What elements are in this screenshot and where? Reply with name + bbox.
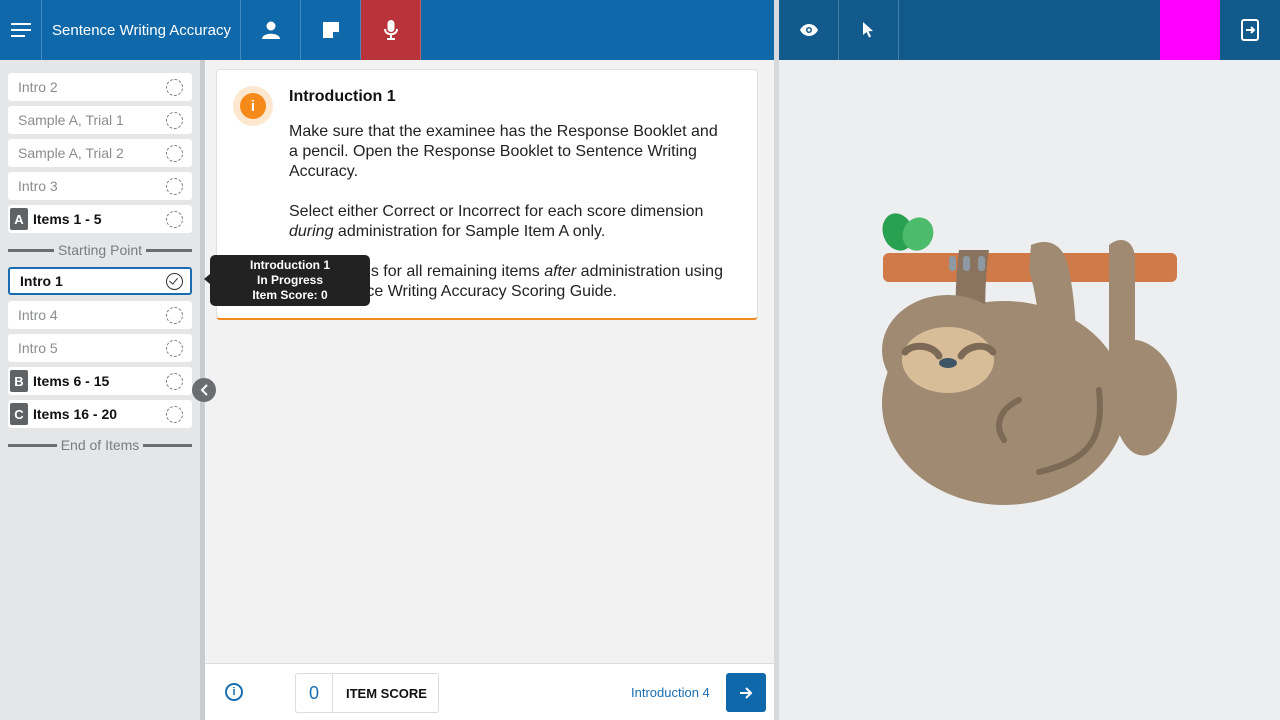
- next-button[interactable]: [726, 673, 766, 712]
- examinee-view-panel: [779, 60, 1280, 720]
- switch-screen-button[interactable]: [1220, 0, 1280, 60]
- menu-button[interactable]: [0, 0, 42, 60]
- tooltip-score: Item Score: 0: [252, 288, 328, 302]
- next-item-label: Introduction 4: [631, 685, 710, 700]
- magenta-indicator: [1160, 0, 1220, 60]
- app-root: Sentence Writing Accuracy Intro 2 Sample…: [0, 0, 1280, 720]
- sidebar-item-intro-3[interactable]: Intro 3: [8, 172, 192, 200]
- separator-line: [146, 248, 192, 252]
- sidebar-item-intro-4[interactable]: Intro 4: [8, 301, 192, 329]
- sidebar-item-items-6-15[interactable]: B Items 6 - 15: [8, 367, 192, 395]
- item-status-tooltip: Introduction 1 In Progress Item Score: 0: [204, 255, 370, 306]
- separator-line: [8, 443, 57, 447]
- not-started-icon: [166, 373, 183, 390]
- not-started-icon: [166, 178, 183, 195]
- chevron-left-icon: [200, 384, 208, 396]
- not-started-icon: [166, 406, 183, 423]
- sidebar-item-label: Items 1 - 5: [33, 211, 102, 227]
- item-score-label: ITEM SCORE: [346, 685, 427, 701]
- sidebar-item-items-16-20[interactable]: C Items 16 - 20: [8, 400, 192, 428]
- sidebar-item-label: Sample A, Trial 1: [18, 112, 124, 128]
- info-icon: i: [233, 86, 273, 126]
- separator-label: End of Items: [60, 437, 140, 453]
- app-title: Sentence Writing Accuracy: [42, 0, 241, 60]
- record-button[interactable]: [361, 0, 421, 60]
- sidebar-item-label: Items 16 - 20: [33, 406, 118, 422]
- not-started-icon: [166, 145, 183, 162]
- sidebar-item-items-1-5[interactable]: A Items 1 - 5: [8, 205, 192, 233]
- examinee-toolbar: [779, 0, 1280, 60]
- not-started-icon: [166, 211, 183, 228]
- sidebar-item-label: Intro 4: [18, 307, 58, 323]
- separator-line: [143, 443, 192, 447]
- collapse-sidebar-button[interactable]: [192, 378, 216, 402]
- sidebar-item-label: Sample A, Trial 2: [18, 145, 124, 161]
- arrow-right-icon: [740, 686, 753, 699]
- item-score-box: 0 ITEM SCORE: [295, 673, 439, 713]
- tooltip-title: Introduction 1: [250, 258, 330, 272]
- set-letter-badge: B: [10, 370, 28, 392]
- microphone-icon: [383, 20, 398, 40]
- item-score-value: 0: [296, 674, 333, 712]
- info-button[interactable]: i: [225, 683, 243, 701]
- hamburger-icon: [10, 23, 31, 37]
- examinee-button[interactable]: [241, 0, 301, 60]
- sidebar-item-sample-a-trial-1[interactable]: Sample A, Trial 1: [8, 106, 192, 134]
- eye-icon: [799, 24, 818, 36]
- sidebar-item-intro-2[interactable]: Intro 2: [8, 73, 192, 101]
- sloth-illustration: [882, 213, 1177, 505]
- separator-label: Starting Point: [57, 242, 143, 258]
- sidebar-item-intro-5[interactable]: Intro 5: [8, 334, 192, 362]
- user-icon: [261, 21, 280, 39]
- card-title: Introduction 1: [289, 88, 396, 105]
- view-button[interactable]: [779, 0, 839, 60]
- not-started-icon: [166, 307, 183, 324]
- not-started-icon: [166, 340, 183, 357]
- instruction-paragraph: Make sure that the examinee has the Resp…: [289, 123, 718, 180]
- starting-point-separator: Starting Point: [8, 242, 192, 258]
- sidebar-item-label: Intro 2: [18, 79, 58, 95]
- not-started-icon: [166, 79, 183, 96]
- tooltip-status: In Progress: [256, 273, 324, 287]
- separator-line: [8, 248, 54, 252]
- in-progress-icon: [166, 273, 183, 290]
- set-letter-badge: C: [10, 403, 28, 425]
- end-of-items-separator: End of Items: [8, 437, 192, 453]
- not-started-icon: [166, 112, 183, 129]
- sidebar-item-sample-a-trial-2[interactable]: Sample A, Trial 2: [8, 139, 192, 167]
- pointer-button[interactable]: [839, 0, 899, 60]
- notes-button[interactable]: [301, 0, 361, 60]
- footer-bar: i 0 ITEM SCORE Introduction 4: [205, 663, 774, 720]
- instruction-paragraph: Select either Correct or Incorrect for e…: [289, 203, 704, 240]
- sidebar-item-label: Intro 3: [18, 178, 58, 194]
- top-toolbar: Sentence Writing Accuracy: [0, 0, 774, 60]
- note-icon: [322, 22, 339, 38]
- sidebar-item-label: Intro 1: [20, 273, 63, 289]
- set-letter-badge: A: [10, 208, 28, 230]
- sidebar-item-label: Items 6 - 15: [33, 373, 110, 389]
- tablet-exit-icon: [1241, 19, 1259, 41]
- sidebar-item-intro-1[interactable]: Intro 1: [8, 267, 192, 295]
- sidebar-item-label: Intro 5: [18, 340, 58, 356]
- cursor-icon: [862, 22, 873, 38]
